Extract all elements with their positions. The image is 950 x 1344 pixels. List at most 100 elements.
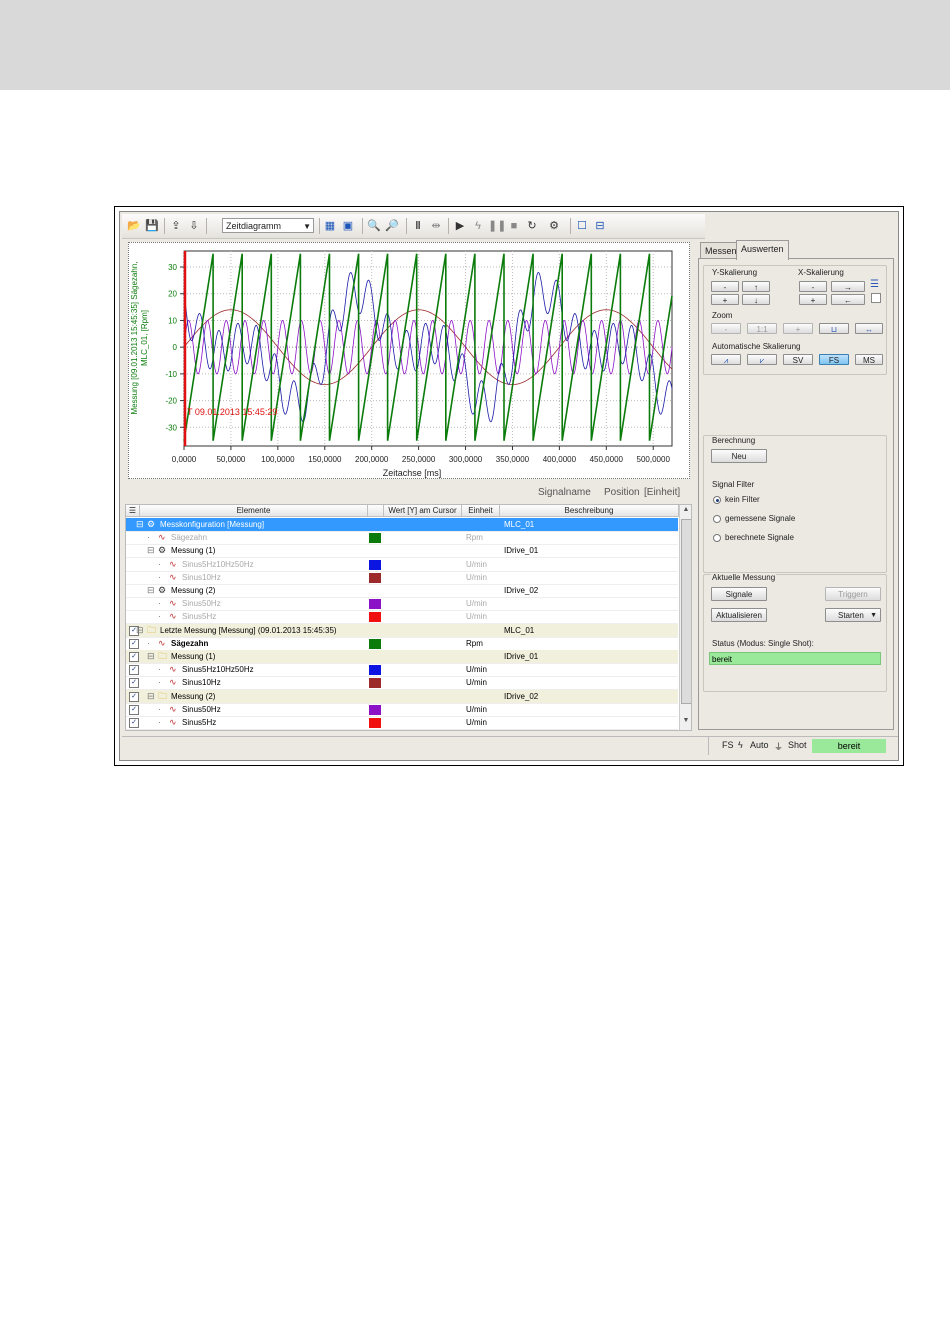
open-icon[interactable]: 📂 bbox=[126, 218, 142, 234]
tree-expander-icon[interactable]: ⊟ bbox=[147, 584, 155, 597]
cursor-a-icon[interactable]: ‖ bbox=[410, 218, 426, 234]
layout-single-icon[interactable]: ☐ bbox=[574, 218, 590, 234]
x-scale-checkbox[interactable] bbox=[871, 293, 881, 303]
tree-expander-icon[interactable]: ⊟ bbox=[147, 650, 155, 663]
signal-color-swatch[interactable] bbox=[369, 612, 381, 623]
table-icon[interactable]: ▦ bbox=[322, 218, 338, 234]
table-row[interactable]: ⊟ ⚙ Messung (2) IDrive_02 bbox=[126, 584, 678, 598]
table-row[interactable]: ✓ ⊟ 🗀 Messung (2) IDrive_02 bbox=[126, 689, 678, 704]
table-row[interactable]: · ∿ Sinus10Hz U/min bbox=[126, 571, 678, 585]
row-checkbox[interactable]: ✓ bbox=[129, 691, 139, 702]
zoom-box-button[interactable]: ⊔ bbox=[819, 323, 849, 334]
row-checkbox[interactable]: ✓ bbox=[129, 638, 139, 649]
signal-color-swatch[interactable] bbox=[369, 559, 381, 570]
signal-color-swatch[interactable] bbox=[369, 533, 381, 544]
aktualisieren-button[interactable]: Aktualisieren bbox=[711, 608, 767, 622]
cursor-b-icon[interactable]: ⇹ bbox=[428, 218, 444, 234]
zoom-dropdown-icon[interactable]: 🔎 bbox=[384, 218, 400, 234]
tree-expander-icon[interactable]: ⊟ bbox=[147, 690, 155, 703]
table-row[interactable]: · ∿ Sinus5Hz U/min bbox=[126, 610, 678, 625]
grid-scrollbar[interactable]: ▲ ▼ bbox=[679, 505, 691, 730]
table-row[interactable]: · ∿ Sinus5Hz10Hz50Hz U/min bbox=[126, 558, 678, 572]
radio-berechnete-signale[interactable] bbox=[713, 534, 721, 542]
settings-icon[interactable]: ⚙ bbox=[546, 218, 562, 234]
zoom-icon[interactable]: 🔍 bbox=[366, 218, 382, 234]
signal-color-swatch[interactable] bbox=[369, 718, 381, 728]
auto-scale-all-button[interactable]: ⩘ bbox=[711, 354, 741, 365]
scroll-thumb[interactable] bbox=[681, 519, 691, 704]
auto-scale-sv-button[interactable]: SV bbox=[783, 354, 813, 365]
x-scale-minus-button[interactable]: - bbox=[799, 281, 827, 292]
row-checkbox[interactable]: ✓ bbox=[129, 665, 139, 676]
tree-expander-icon[interactable]: ⊟ bbox=[136, 624, 144, 637]
table-row[interactable]: ✓ ⊟ 🗀 Messung (1) IDrive_01 bbox=[126, 650, 678, 664]
table-row[interactable]: · ∿ Sägezahn Rpm bbox=[126, 531, 678, 546]
grid-header-wert[interactable]: Wert [Y] am Cursor bbox=[384, 505, 462, 517]
table-row[interactable]: ⊟ ⚙ Messkonfiguration [Messung] MLC_01 bbox=[126, 518, 678, 532]
auto-scale-visible-button[interactable]: ⩗ bbox=[747, 354, 777, 365]
grid-header-einheit[interactable]: Einheit bbox=[462, 505, 500, 517]
y-scale-plus-button[interactable]: + bbox=[711, 294, 739, 305]
table-row[interactable]: ✓ · ∿ Sinus5Hz10Hz50Hz U/min bbox=[126, 663, 678, 678]
refresh-icon[interactable]: ↻ bbox=[524, 218, 540, 234]
x-scale-plus-button[interactable]: + bbox=[799, 294, 827, 305]
signale-button[interactable]: Signale bbox=[711, 587, 767, 601]
neu-button[interactable]: Neu bbox=[711, 449, 767, 463]
table-row[interactable]: ✓ · ∿ Sinus5Hz U/min bbox=[126, 716, 678, 730]
signal-color-swatch[interactable] bbox=[369, 638, 381, 649]
play-icon[interactable]: ▶ bbox=[452, 218, 468, 234]
signal-tree-grid[interactable]: ☰ Elemente Wert [Y] am Cursor Einheit Be… bbox=[125, 504, 692, 731]
zoom-fit-button[interactable]: ↔ bbox=[855, 323, 883, 334]
x-scale-left-button[interactable]: ← bbox=[831, 294, 865, 305]
triggern-button[interactable]: Triggern bbox=[825, 587, 881, 601]
signal-color-swatch[interactable] bbox=[369, 665, 381, 676]
row-checkbox[interactable]: ✓ bbox=[129, 652, 139, 662]
tab-auswerten[interactable]: Auswerten bbox=[736, 240, 789, 260]
zoom-1-1-button[interactable]: 1:1 bbox=[747, 323, 777, 334]
scroll-down-icon[interactable]: ▼ bbox=[681, 717, 691, 727]
signal-color-swatch[interactable] bbox=[369, 599, 381, 610]
table-row[interactable]: ✓ ⊟ 🗀 Letzte Messung [Messung] (09.01.2013 … bbox=[126, 623, 678, 638]
row-checkbox[interactable]: ✓ bbox=[129, 704, 139, 715]
chart-panel[interactable]: 0,0000 50,0000 100,0000 150,0000 200,0000 250… bbox=[128, 242, 690, 479]
pause-icon[interactable]: ❚❚ bbox=[488, 218, 506, 234]
trigger-icon[interactable]: ϟ bbox=[470, 218, 486, 234]
table-row[interactable]: ⊟ ⚙ Messung (1) IDrive_01 bbox=[126, 544, 678, 559]
radio-kein-filter[interactable] bbox=[713, 496, 721, 504]
tree-expander-icon[interactable]: ⊟ bbox=[136, 518, 144, 531]
auto-scale-fs-button[interactable]: FS bbox=[819, 354, 849, 365]
row-checkbox[interactable]: ✓ bbox=[129, 678, 139, 689]
zoom-plus-button[interactable]: + bbox=[783, 323, 813, 334]
layout-split-icon[interactable]: ⊟ bbox=[592, 218, 608, 234]
tree-expander-icon[interactable]: ⊟ bbox=[147, 544, 155, 557]
export-icon[interactable]: ⇪ bbox=[168, 218, 184, 234]
grid-header-beschreibung[interactable]: Beschreibung bbox=[500, 505, 679, 517]
y-scale-down-button[interactable]: ↓ bbox=[742, 294, 770, 305]
table-row[interactable]: ✓ · ∿ Sinus50Hz U/min bbox=[126, 703, 678, 717]
grid-header-select[interactable]: ☰ bbox=[126, 505, 140, 517]
import-icon[interactable]: ⇩ bbox=[186, 218, 202, 234]
starten-dropdown[interactable]: Starten ▼ bbox=[825, 608, 881, 622]
stop-icon[interactable]: ■ bbox=[506, 218, 522, 234]
time-diagram[interactable]: 0,0000 50,0000 100,0000 150,0000 200,0000 250… bbox=[129, 243, 689, 478]
table-row[interactable]: ✓ · ∿ Sinus10Hz U/min bbox=[126, 676, 678, 691]
radio-gemessene-signale[interactable] bbox=[713, 515, 721, 523]
row-checkbox[interactable]: ✓ bbox=[129, 718, 139, 728]
x-scale-right-button[interactable]: → bbox=[831, 281, 865, 292]
scroll-up-icon[interactable]: ▲ bbox=[681, 506, 691, 516]
table-row[interactable]: ✓ · ∿ Sägezahn Rpm bbox=[126, 637, 678, 651]
diagram-type-combo[interactable]: Zeitdiagramm ▼ bbox=[222, 218, 314, 233]
signal-color-swatch[interactable] bbox=[369, 704, 381, 715]
save-icon[interactable]: 💾 bbox=[144, 218, 160, 234]
y-scale-up-button[interactable]: ↑ bbox=[742, 281, 770, 292]
grid-header-elemente[interactable]: Elemente bbox=[140, 505, 368, 517]
y-scale-minus-button[interactable]: - bbox=[711, 281, 739, 292]
auto-scale-ms-button[interactable]: MS bbox=[855, 354, 883, 365]
zoom-minus-button[interactable]: - bbox=[711, 323, 741, 334]
signal-color-swatch[interactable] bbox=[369, 572, 381, 583]
copy-icon[interactable]: ▣ bbox=[340, 218, 356, 234]
grid-lines-icon[interactable]: ☰ bbox=[870, 279, 879, 290]
signal-color-swatch[interactable] bbox=[369, 678, 381, 689]
grid-header-color[interactable] bbox=[368, 505, 384, 517]
table-row[interactable]: · ∿ Sinus50Hz U/min bbox=[126, 597, 678, 612]
